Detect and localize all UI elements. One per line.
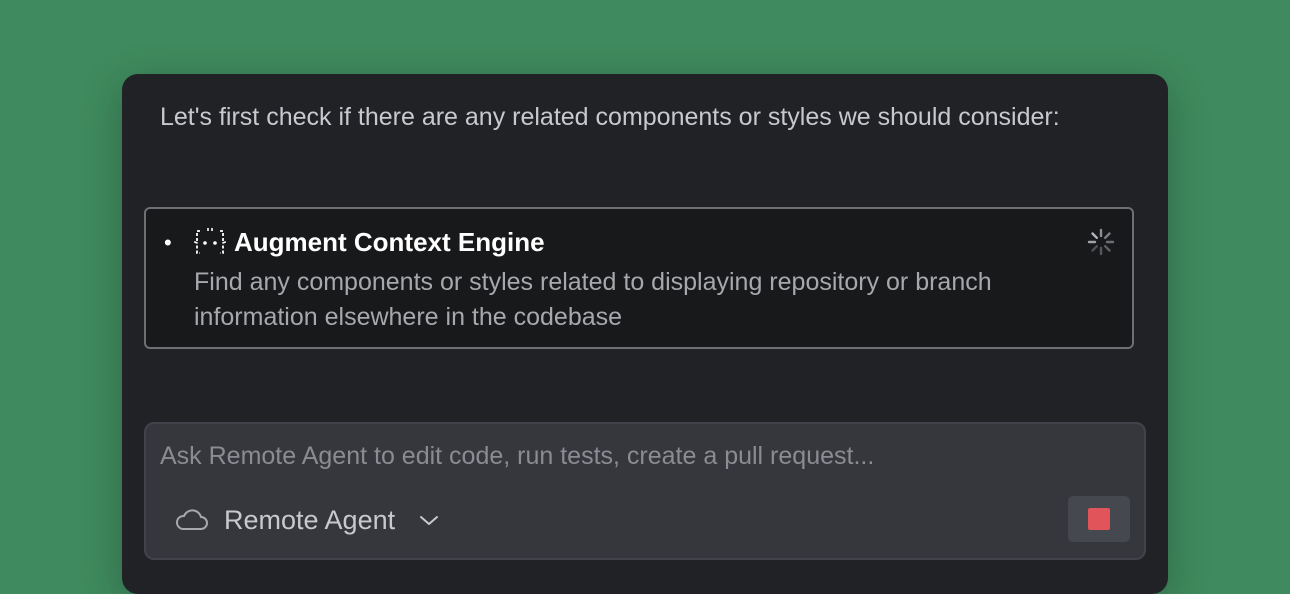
chevron-down-icon xyxy=(420,516,439,525)
tool-description: Find any components or styles related to… xyxy=(194,268,992,331)
tool-title: Augment Context Engine xyxy=(234,227,545,257)
stop-icon xyxy=(1088,508,1110,530)
list-bullet: • xyxy=(164,230,172,255)
agent-mode-dropdown[interactable]: Remote Agent xyxy=(174,500,441,540)
stop-button[interactable] xyxy=(1068,496,1130,542)
chat-panel: Let's first check if there are any relat… xyxy=(122,74,1168,594)
prompt-input[interactable] xyxy=(160,436,1120,476)
composer: Remote Agent xyxy=(144,422,1146,560)
context-engine-icon xyxy=(194,228,226,254)
agent-mode-label: Remote Agent xyxy=(224,505,396,535)
assistant-message: Let's first check if there are any relat… xyxy=(160,103,1060,131)
tool-call-card[interactable]: • Augment Context Engine Find any compon… xyxy=(144,207,1134,349)
loading-spinner-icon xyxy=(1087,228,1115,256)
cloud-icon xyxy=(176,509,208,530)
